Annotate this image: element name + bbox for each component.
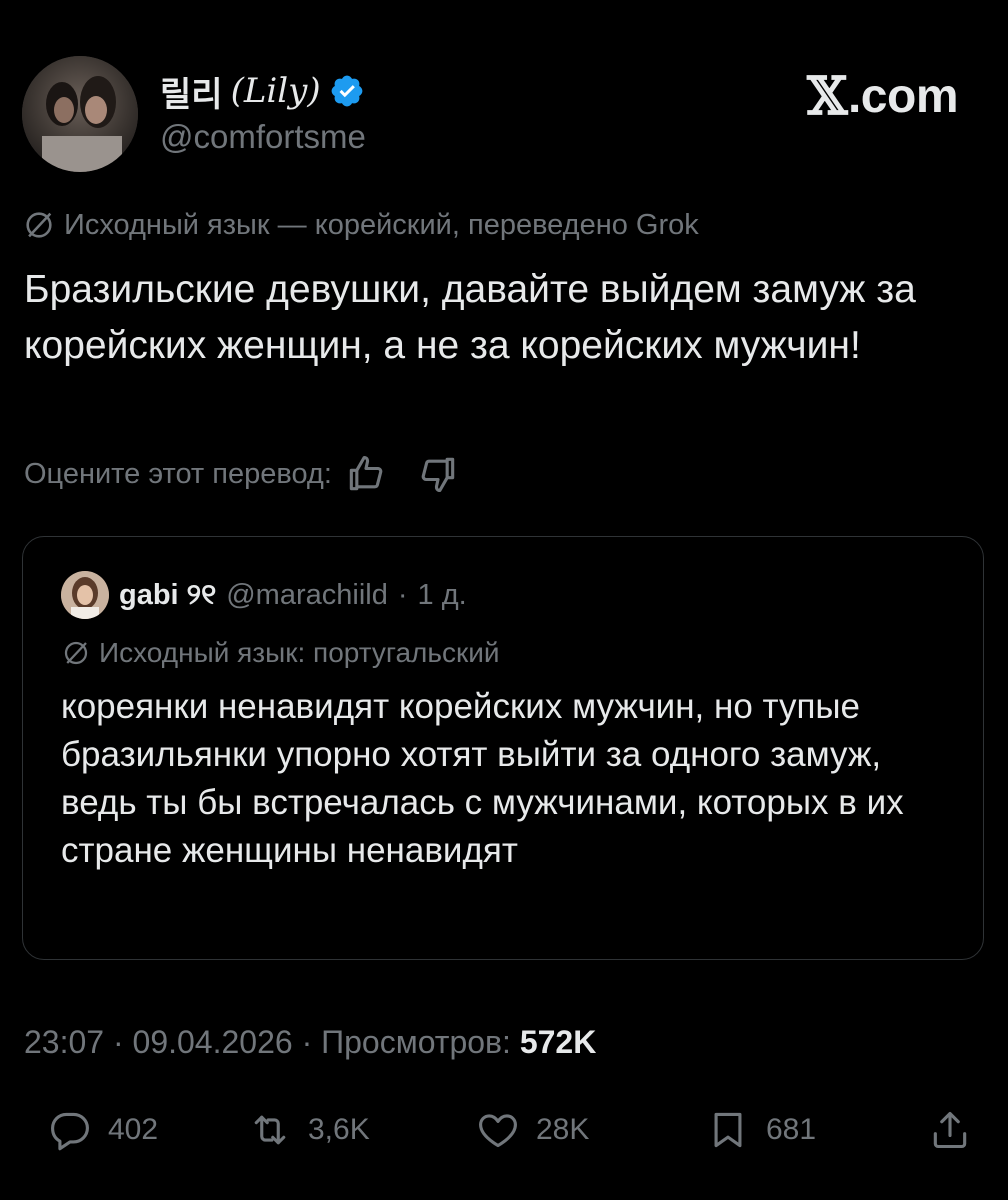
author-info: 릴리 (Lily) @comfortsme [160,68,366,156]
repost-count: 3,6K [308,1113,370,1146]
views-count[interactable]: 572K [520,1024,597,1060]
reply-count: 402 [108,1113,159,1146]
quoted-author-name[interactable]: gabi ୨୧ [119,579,216,612]
quoted-translation-note-text: Исходный язык: португальский [99,637,500,668]
heart-icon [479,1114,517,1148]
like-count: 28K [536,1113,590,1146]
tweet-date[interactable]: 09.04.2026 [133,1024,293,1060]
rate-translation-label: Оцените этот перевод: [24,457,332,490]
action-bar: 402 3,6K 28K 681 [0,1098,1008,1162]
bookmark-count: 681 [766,1113,817,1146]
bookmark-button[interactable]: 681 [706,1098,816,1162]
brand-suffix: .com [847,70,959,123]
reply-button[interactable]: 402 [48,1098,158,1162]
author-handle[interactable]: @comfortsme [160,118,366,156]
author-avatar[interactable] [22,56,138,172]
globe-slash-icon [26,212,52,238]
thumbs-up-icon[interactable] [344,452,388,496]
translation-note[interactable]: Исходный язык — корейский, переведено Gr… [22,208,699,242]
meta-separator: · [301,1024,313,1060]
translation-note-text: Исходный язык — корейский, переведено Gr… [64,208,699,241]
verified-badge-icon [331,75,363,107]
quoted-author-avatar[interactable] [61,571,109,619]
share-icon [933,1111,967,1149]
quoted-tweet-text: кореянки ненавидят корейских мужчин, но … [61,687,904,870]
reply-icon [51,1112,89,1151]
views-label: Просмотров: [321,1024,511,1060]
quoted-tweet-header: gabi ୨୧ @marachiild · 1 д. [61,571,467,619]
quoted-author-handle[interactable]: @marachiild [226,579,388,612]
globe-slash-icon [64,641,88,665]
like-button[interactable]: 28K [476,1098,589,1162]
author-display-name: 릴리 [160,75,223,114]
repost-icon [254,1115,286,1145]
bookmark-icon [714,1112,742,1148]
x-com-watermark: 𝕏 .com [807,66,958,127]
thumbs-down-icon[interactable] [416,452,460,496]
author-name-row[interactable]: 릴리 (Lily) [160,68,366,114]
tweet-text: Бразильские девушки, давайте выйдем заму… [24,268,916,367]
meta-separator: · [112,1024,124,1060]
avatar-image [22,56,138,172]
x-logo-icon: 𝕏 [807,66,847,127]
share-button[interactable] [928,1098,972,1162]
quoted-separator: · [397,578,408,611]
repost-button[interactable]: 3,6K [248,1098,370,1162]
tweet-meta: 23:07 · 09.04.2026 · Просмотров: 572K [24,1024,596,1061]
quoted-translation-note[interactable]: Исходный язык: португальский [61,637,500,669]
tweet-time[interactable]: 23:07 [24,1024,104,1060]
quoted-avatar-image [61,571,109,619]
rate-translation-row: Оцените этот перевод: [24,452,460,496]
quoted-tweet-card[interactable]: gabi ୨୧ @marachiild · 1 д. Исходный язык… [22,536,984,960]
quoted-timestamp[interactable]: 1 д. [418,579,467,612]
author-display-name-latin: (Lily) [230,71,321,111]
